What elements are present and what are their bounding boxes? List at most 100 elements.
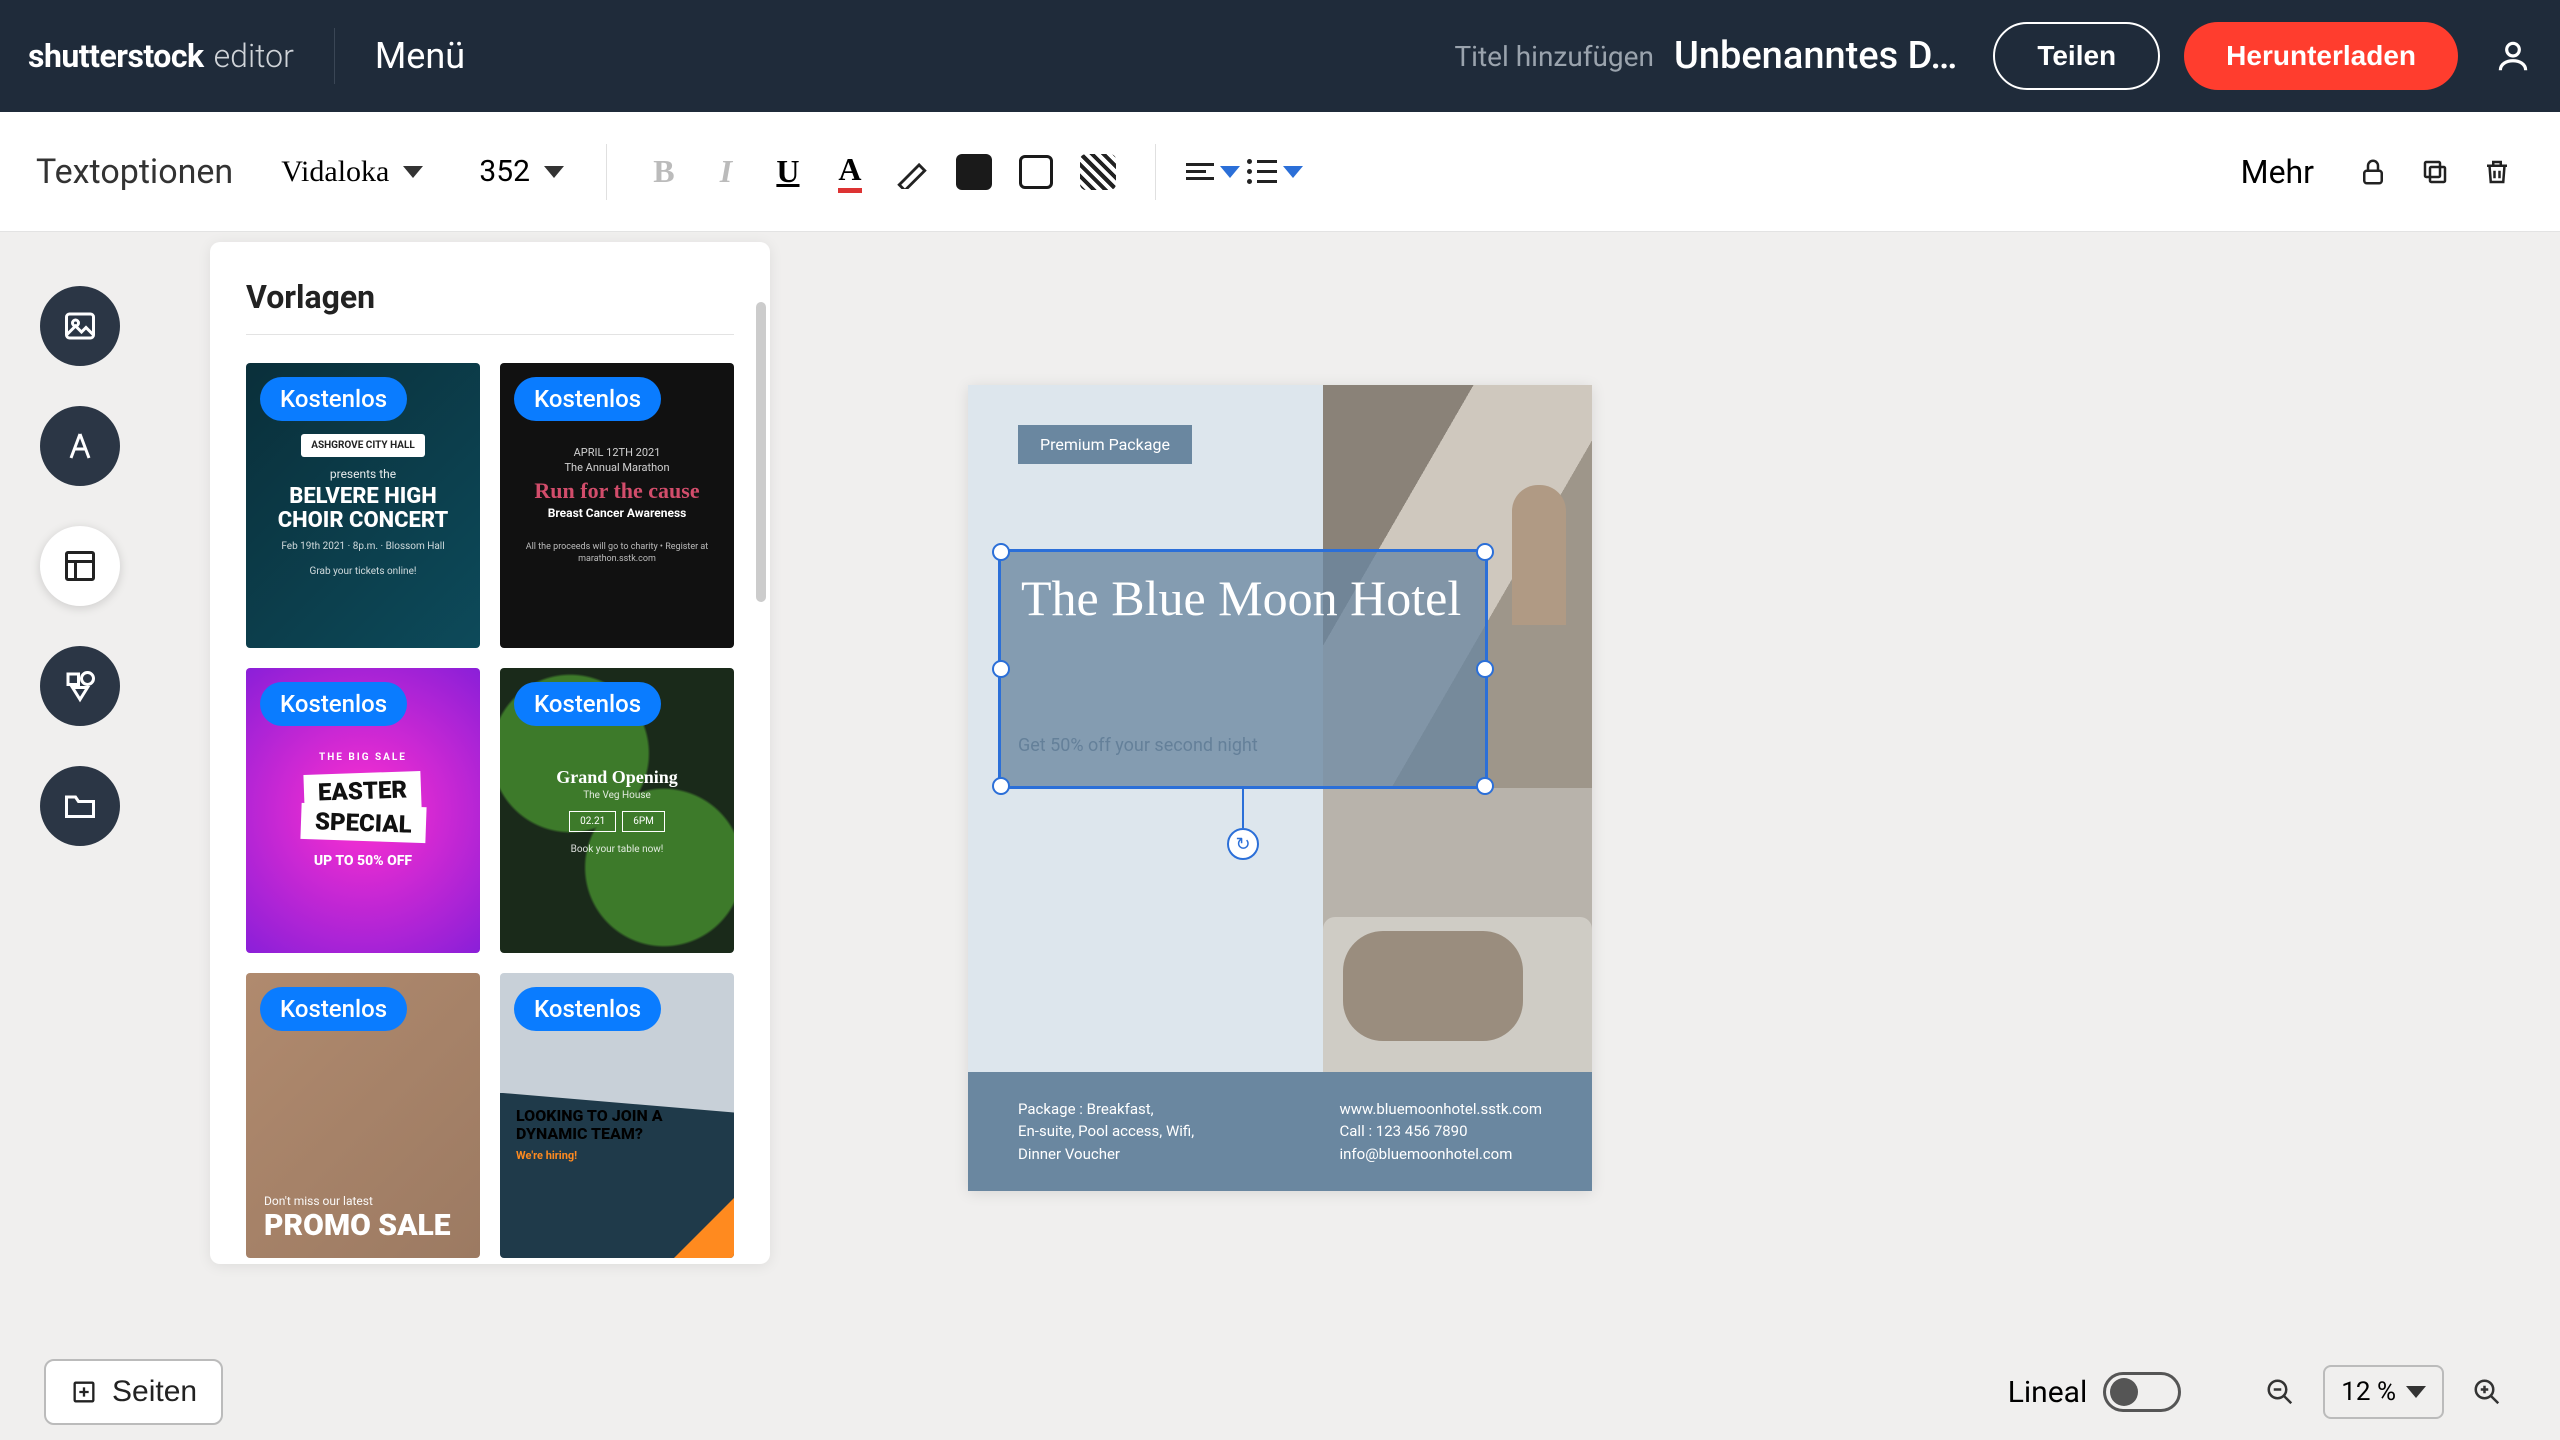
caret-down-icon <box>2406 1386 2426 1398</box>
underline-button[interactable]: U <box>761 145 815 199</box>
panel-title: Vorlagen <box>246 278 734 316</box>
tpl-text: Grand Opening <box>556 767 678 788</box>
resize-handle-se[interactable] <box>1476 777 1494 795</box>
template-card[interactable]: Kostenlos Don't miss our latest PROMO SA… <box>246 973 480 1258</box>
tpl-text: THE BIG SALE <box>319 752 407 763</box>
templates-icon <box>62 548 98 584</box>
divider <box>334 28 335 84</box>
ruler-toggle[interactable] <box>2103 1372 2181 1412</box>
ruler-label: Lineal <box>2008 1375 2088 1410</box>
canvas-area[interactable]: Premium Package The Blue Moon Hotel ↻ Ge… <box>968 385 1592 1191</box>
zoom-select[interactable]: 12 % <box>2323 1365 2444 1419</box>
highlight-button[interactable] <box>885 145 939 199</box>
pages-label: Seiten <box>112 1375 197 1409</box>
scrollbar[interactable] <box>756 302 766 602</box>
divider <box>246 334 734 335</box>
text-icon <box>62 428 98 464</box>
tpl-text: 6PM <box>622 811 665 832</box>
tpl-text: Run for the cause <box>534 478 699 504</box>
text-options-label: Textoptionen <box>36 152 233 192</box>
duplicate-button[interactable] <box>2408 145 2462 199</box>
canvas-footer-left: Package : Breakfast, En-suite, Pool acce… <box>1018 1098 1194 1166</box>
free-badge: Kostenlos <box>260 377 407 421</box>
template-card[interactable]: Kostenlos LOOKING TO JOIN A DYNAMIC TEAM… <box>500 973 734 1258</box>
lock-button[interactable] <box>2346 145 2400 199</box>
free-badge: Kostenlos <box>260 682 407 726</box>
outline-button[interactable] <box>1009 145 1063 199</box>
app-logo: shutterstock editor <box>28 37 294 75</box>
template-card[interactable]: Kostenlos ASHGROVE CITY HALL presents th… <box>246 363 480 648</box>
image-icon <box>62 308 98 344</box>
footer-email: info@bluemoonhotel.com <box>1340 1143 1543 1166</box>
rotate-handle[interactable]: ↻ <box>1227 828 1259 860</box>
tpl-text: Grab your tickets online! <box>310 566 417 577</box>
font-size-select[interactable]: 352 <box>467 148 576 195</box>
toggle-knob <box>2110 1378 2138 1406</box>
footer-url: www.bluemoonhotel.sstk.com <box>1340 1098 1543 1121</box>
list-icon <box>1247 159 1277 184</box>
delete-button[interactable] <box>2470 145 2524 199</box>
tpl-text: 02.21 <box>569 811 616 832</box>
zoom-in-button[interactable] <box>2458 1377 2516 1407</box>
caret-down-icon <box>544 166 564 178</box>
pages-button[interactable]: Seiten <box>44 1359 223 1425</box>
shapes-icon <box>62 668 98 704</box>
logo-sub: editor <box>214 37 294 75</box>
canvas-footer[interactable]: Package : Breakfast, En-suite, Pool acce… <box>968 1072 1592 1192</box>
resize-handle-sw[interactable] <box>992 777 1010 795</box>
font-family-select[interactable]: Vidaloka <box>269 149 435 195</box>
rail-folder[interactable] <box>40 766 120 846</box>
canvas-tag[interactable]: Premium Package <box>1018 425 1192 464</box>
free-badge: Kostenlos <box>260 987 407 1031</box>
rotate-line <box>1242 786 1244 828</box>
list-button[interactable] <box>1248 145 1302 199</box>
resize-handle-e[interactable] <box>1476 660 1494 678</box>
template-card[interactable]: Kostenlos Grand Opening The Veg House 02… <box>500 668 734 953</box>
text-color-button[interactable]: A <box>823 145 877 199</box>
italic-button[interactable]: I <box>699 145 753 199</box>
download-button[interactable]: Herunterladen <box>2184 22 2458 90</box>
selection-box[interactable]: The Blue Moon Hotel ↻ <box>998 549 1488 789</box>
tpl-text: The Veg House <box>583 790 651 801</box>
tpl-text: Don't miss our latest <box>264 1194 373 1208</box>
title-hint: Titel hinzufügen <box>1454 40 1654 73</box>
template-card[interactable]: Kostenlos THE BIG SALE EASTER SPECIAL UP… <box>246 668 480 953</box>
zoom-value: 12 % <box>2341 1377 2396 1407</box>
canvas-title[interactable]: The Blue Moon Hotel <box>1001 552 1485 628</box>
rail-templates[interactable] <box>40 526 120 606</box>
zoom-in-icon <box>2472 1377 2502 1407</box>
bold-button[interactable]: B <box>637 145 691 199</box>
font-family-value: Vidaloka <box>281 155 389 189</box>
rail-text[interactable] <box>40 406 120 486</box>
more-button[interactable]: Mehr <box>2241 153 2314 191</box>
logo-main: shutterstock <box>28 37 204 75</box>
resize-handle-nw[interactable] <box>992 543 1010 561</box>
align-icon <box>1186 163 1214 180</box>
tpl-text: All the proceeds will go to charity • Re… <box>518 542 716 565</box>
document-title[interactable]: Unbenanntes D… <box>1674 34 1957 78</box>
tpl-text: APRIL 12TH 2021 <box>574 446 661 459</box>
tpl-text: SPECIAL <box>300 803 426 843</box>
resize-handle-ne[interactable] <box>1476 543 1494 561</box>
fill-button[interactable] <box>947 145 1001 199</box>
rail-shapes[interactable] <box>40 646 120 726</box>
share-button[interactable]: Teilen <box>1993 22 2160 90</box>
caret-down-icon <box>1283 166 1303 178</box>
tpl-text: UP TO 50% OFF <box>314 853 412 869</box>
divider <box>606 144 607 200</box>
zoom-out-button[interactable] <box>2251 1377 2309 1407</box>
menu-button[interactable]: Menü <box>375 35 465 77</box>
resize-handle-w[interactable] <box>992 660 1010 678</box>
free-badge: Kostenlos <box>514 377 661 421</box>
template-card[interactable]: Kostenlos APRIL 12TH 2021 The Annual Mar… <box>500 363 734 648</box>
pages-icon <box>70 1378 98 1406</box>
tpl-text: LOOKING TO JOIN A DYNAMIC TEAM? <box>516 1107 718 1144</box>
templates-panel: Vorlagen Kostenlos ASHGROVE CITY HALL pr… <box>210 242 770 1264</box>
texture-button[interactable] <box>1071 145 1125 199</box>
canvas-footer-right: www.bluemoonhotel.sstk.com Call : 123 45… <box>1340 1098 1543 1166</box>
rail-images[interactable] <box>40 286 120 366</box>
align-button[interactable] <box>1186 145 1240 199</box>
tpl-text: Breast Cancer Awareness <box>548 506 687 520</box>
divider <box>1155 144 1156 200</box>
user-icon[interactable] <box>2494 37 2532 75</box>
